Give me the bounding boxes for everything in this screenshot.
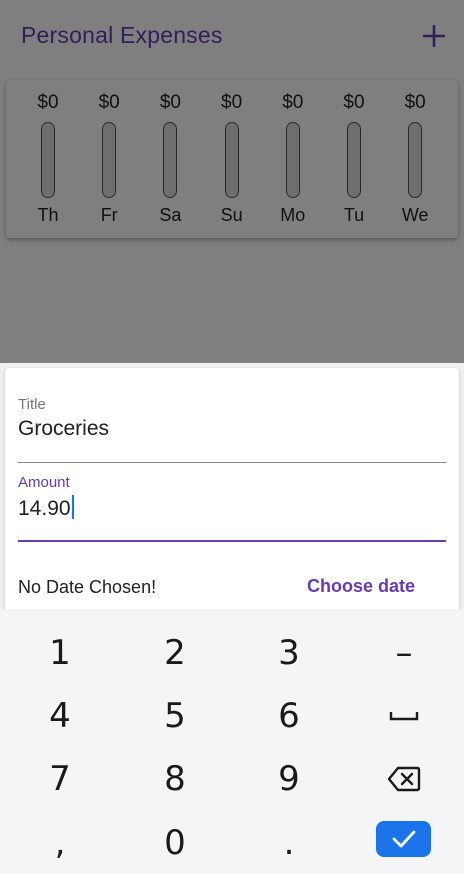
space-key[interactable] — [364, 688, 444, 744]
key-2[interactable]: 2 — [135, 625, 215, 681]
check-icon — [392, 830, 415, 848]
amount-field-underline — [18, 539, 446, 542]
key-comma[interactable]: , — [20, 815, 100, 871]
key-period[interactable]: . — [249, 815, 329, 871]
title-field-underline — [18, 461, 446, 463]
key-7[interactable]: 7 — [20, 751, 100, 807]
text-cursor — [71, 495, 74, 519]
key-9[interactable]: 9 — [249, 751, 329, 807]
key-0[interactable]: 0 — [135, 815, 215, 871]
backspace-key[interactable] — [364, 751, 444, 807]
space-icon — [389, 712, 419, 721]
key-5[interactable]: 5 — [135, 688, 215, 744]
expense-form-card: Title Groceries Amount 14.90 No Date Cho… — [5, 368, 459, 628]
backspace-icon — [387, 766, 421, 792]
amount-field-input[interactable]: 14.90 — [18, 495, 446, 521]
choose-date-button[interactable]: Choose date — [301, 574, 421, 599]
title-field-label: Title — [18, 396, 46, 413]
title-field-value[interactable]: Groceries — [18, 417, 446, 441]
key-3[interactable]: 3 — [249, 625, 329, 681]
amount-field[interactable]: Amount 14.90 — [18, 474, 446, 542]
key-8[interactable]: 8 — [135, 751, 215, 807]
key-4[interactable]: 4 — [20, 688, 100, 744]
key-minus[interactable]: – — [364, 625, 444, 681]
numeric-keyboard: 1 2 3– 4 5 6 7 8 9, 0. — [0, 609, 464, 874]
key-1[interactable]: 1 — [20, 625, 100, 681]
amount-field-label: Amount — [18, 474, 70, 491]
title-field[interactable]: Title Groceries — [18, 396, 446, 463]
chosen-date-text: No Date Chosen! — [18, 577, 157, 597]
key-6[interactable]: 6 — [249, 688, 329, 744]
amount-field-value: 14.90 — [18, 497, 71, 520]
done-key[interactable] — [376, 821, 431, 857]
